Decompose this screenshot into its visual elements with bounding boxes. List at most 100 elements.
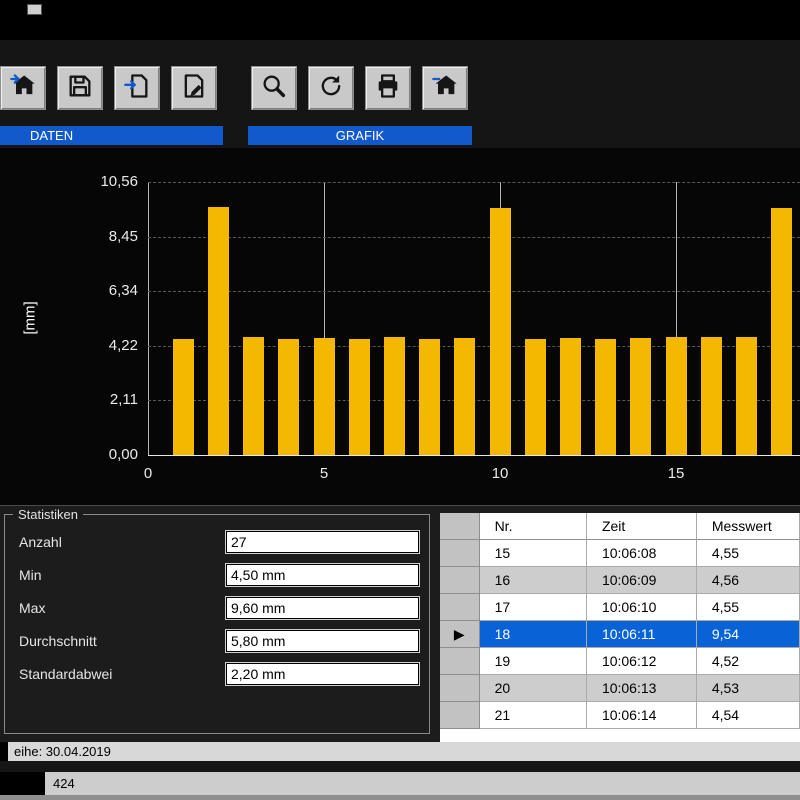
table-header-row: Nr. Zeit Messwert: [440, 513, 800, 540]
cell-messwert: 4,53: [697, 675, 800, 702]
bar: [419, 339, 440, 455]
min-field[interactable]: [226, 564, 419, 586]
row-selector-cell[interactable]: ▶: [440, 621, 480, 648]
window-titlebar: [0, 0, 800, 40]
row-selector-cell[interactable]: [440, 648, 480, 675]
report-button[interactable]: [171, 66, 217, 110]
row-selector-cell[interactable]: [440, 675, 480, 702]
bar: [314, 338, 335, 455]
durchschnitt-field[interactable]: [226, 630, 419, 652]
standardabweichung-label: Standardabwei: [19, 666, 112, 682]
table-row-selected[interactable]: ▶ 18 10:06:11 9,54: [440, 621, 800, 648]
bar: [595, 339, 616, 455]
home-button[interactable]: [422, 66, 468, 110]
x-gridline: [148, 182, 149, 455]
home-icon: [431, 72, 459, 105]
table-row[interactable]: 20 10:06:13 4,53: [440, 675, 800, 702]
bar: [630, 338, 651, 455]
table-row[interactable]: 21 10:06:14 4,54: [440, 702, 800, 729]
cell-zeit: 10:06:11: [587, 621, 697, 648]
cell-nr: 19: [480, 648, 587, 675]
cell-messwert: 9,54: [697, 621, 800, 648]
table-row[interactable]: 16 10:06:09 4,56: [440, 567, 800, 594]
cell-nr: 18: [480, 621, 587, 648]
row-selector-cell[interactable]: [440, 594, 480, 621]
refresh-button[interactable]: [308, 66, 354, 110]
chart-plot-area: [148, 182, 800, 456]
bar: [384, 337, 405, 455]
bar: [490, 208, 511, 455]
cell-nr: 17: [480, 594, 587, 621]
group-label-grafik: GRAFIK: [248, 126, 472, 145]
bar: [208, 207, 229, 455]
home-import-button[interactable]: [0, 66, 46, 110]
statistics-legend: Statistiken: [13, 507, 83, 522]
cell-zeit: 10:06:08: [587, 540, 697, 567]
standardabweichung-field[interactable]: [226, 663, 419, 685]
row-selector-cell[interactable]: [440, 567, 480, 594]
home-import-icon: [9, 72, 37, 105]
durchschnitt-label: Durchschnitt: [19, 633, 97, 649]
cell-messwert: 4,55: [697, 540, 800, 567]
window-icon: [27, 4, 42, 15]
y-tick-label: 0,00: [0, 446, 138, 463]
statusbar-bottom-left-block: [0, 772, 45, 795]
statusbar-separator: [0, 761, 800, 772]
row-selector-cell[interactable]: [440, 702, 480, 729]
statusbar-bottom: 424: [0, 772, 800, 795]
y-gridline: [148, 237, 800, 238]
refresh-icon: [317, 72, 345, 105]
cell-zeit: 10:06:12: [587, 648, 697, 675]
x-tick-label: 5: [320, 465, 328, 482]
row-selector-cell[interactable]: [440, 540, 480, 567]
cell-zeit: 10:06:10: [587, 594, 697, 621]
bar: [278, 339, 299, 455]
print-button[interactable]: [365, 66, 411, 110]
selected-row-marker: ▶: [454, 626, 465, 642]
anzahl-field[interactable]: [226, 531, 419, 553]
cell-messwert: 4,56: [697, 567, 800, 594]
y-axis-unit-label: [mm]: [22, 301, 39, 334]
cell-nr: 20: [480, 675, 587, 702]
y-tick-label: 10,56: [0, 173, 138, 190]
print-icon: [374, 72, 402, 105]
cell-zeit: 10:06:14: [587, 702, 697, 729]
statusbar: eihe: 30.04.2019: [0, 742, 800, 761]
export-button[interactable]: [114, 66, 160, 110]
column-header-messwert: Messwert: [697, 513, 800, 540]
cell-nr: 15: [480, 540, 587, 567]
bottom-panel: Statistiken Anzahl Min Max Durchschnitt …: [0, 505, 800, 742]
table-row[interactable]: 19 10:06:12 4,52: [440, 648, 800, 675]
save-button[interactable]: [57, 66, 103, 110]
bar: [243, 337, 264, 455]
cell-zeit: 10:06:09: [587, 567, 697, 594]
header-row-selector-cell: [440, 513, 480, 540]
y-gridline: [148, 291, 800, 292]
statusbar-bottom-text: 424: [53, 772, 75, 795]
min-label: Min: [19, 567, 42, 583]
zoom-button[interactable]: [251, 66, 297, 110]
table-row[interactable]: 15 10:06:08 4,55: [440, 540, 800, 567]
y-tick-label: 4,22: [0, 337, 138, 354]
table-row[interactable]: 17 10:06:10 4,55: [440, 594, 800, 621]
cell-messwert: 4,52: [697, 648, 800, 675]
report-document-icon: [180, 72, 208, 105]
bar: [349, 339, 370, 455]
save-icon: [66, 72, 94, 105]
bar: [701, 337, 722, 455]
statusbar-left-block: [0, 742, 8, 761]
statistics-groupbox: Statistiken Anzahl Min Max Durchschnitt …: [4, 514, 430, 734]
measurement-table: Nr. Zeit Messwert 15 10:06:08 4,55 16 10…: [440, 513, 800, 743]
y-tick-label: 6,34: [0, 282, 138, 299]
anzahl-label: Anzahl: [19, 534, 62, 550]
cell-messwert: 4,55: [697, 594, 800, 621]
max-field[interactable]: [226, 597, 419, 619]
x-tick-label: 15: [668, 465, 685, 482]
x-tick-label: 0: [144, 465, 152, 482]
bar: [736, 337, 757, 455]
column-header-zeit: Zeit: [587, 513, 697, 540]
zoom-icon: [260, 72, 288, 105]
measurement-bar-chart: [mm] 0510150,002,114,226,348,4510,56: [0, 148, 800, 505]
bar: [666, 337, 687, 455]
column-header-nr: Nr.: [480, 513, 587, 540]
